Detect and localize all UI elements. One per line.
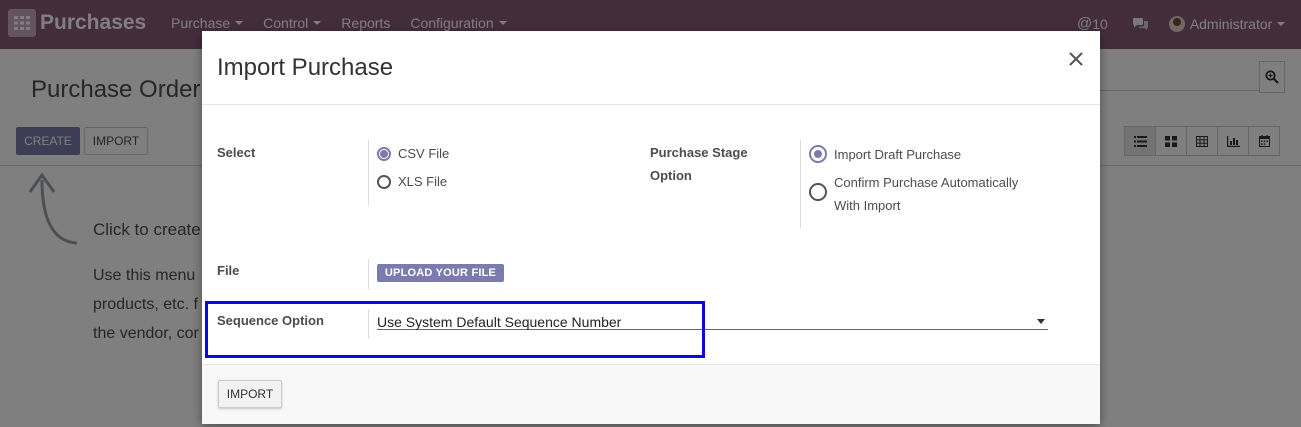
radio-unchecked-icon[interactable] xyxy=(377,174,391,189)
select-label: Select xyxy=(217,145,256,160)
confirm-label-line2: With Import xyxy=(834,198,901,213)
xls-file-label: XLS File xyxy=(398,174,448,189)
modal-header: Import Purchase xyxy=(202,31,1100,105)
radio-checked-icon[interactable] xyxy=(377,146,391,161)
upload-file-button[interactable]: UPLOAD YOUR FILE xyxy=(377,264,504,282)
confirm-label-line1: Confirm Purchase Automatically xyxy=(834,175,1019,190)
divider xyxy=(368,259,369,289)
import-purchase-dialog: Import Purchase Select CSV File XLS File… xyxy=(202,31,1100,424)
radio-unchecked-icon[interactable] xyxy=(809,183,827,201)
file-label: File xyxy=(217,263,240,278)
annotation-highlight-box xyxy=(205,301,705,358)
divider xyxy=(368,140,369,206)
divider xyxy=(800,140,801,228)
close-icon[interactable] xyxy=(1066,49,1086,69)
purchase-stage-label-line2: Option xyxy=(650,168,692,183)
purchase-stage-label: Purchase Stage Option xyxy=(650,141,748,187)
xls-file-option[interactable]: XLS File xyxy=(377,174,447,189)
import-submit-button[interactable]: IMPORT xyxy=(218,380,282,408)
import-draft-option[interactable]: Import Draft Purchase xyxy=(809,145,961,163)
confirm-automatically-label: Confirm Purchase Automatically With Impo… xyxy=(834,171,1018,217)
csv-file-label: CSV File xyxy=(398,146,450,161)
chevron-down-icon[interactable] xyxy=(1037,319,1045,324)
radio-checked-icon[interactable] xyxy=(809,145,827,163)
modal-footer: IMPORT xyxy=(202,364,1100,424)
import-draft-label: Import Draft Purchase xyxy=(834,146,962,162)
csv-file-option[interactable]: CSV File xyxy=(377,146,449,161)
purchase-stage-label-line1: Purchase Stage xyxy=(650,145,748,160)
modal-title: Import Purchase xyxy=(217,54,394,81)
confirm-automatically-option[interactable]: Confirm Purchase Automatically With Impo… xyxy=(809,171,1018,217)
